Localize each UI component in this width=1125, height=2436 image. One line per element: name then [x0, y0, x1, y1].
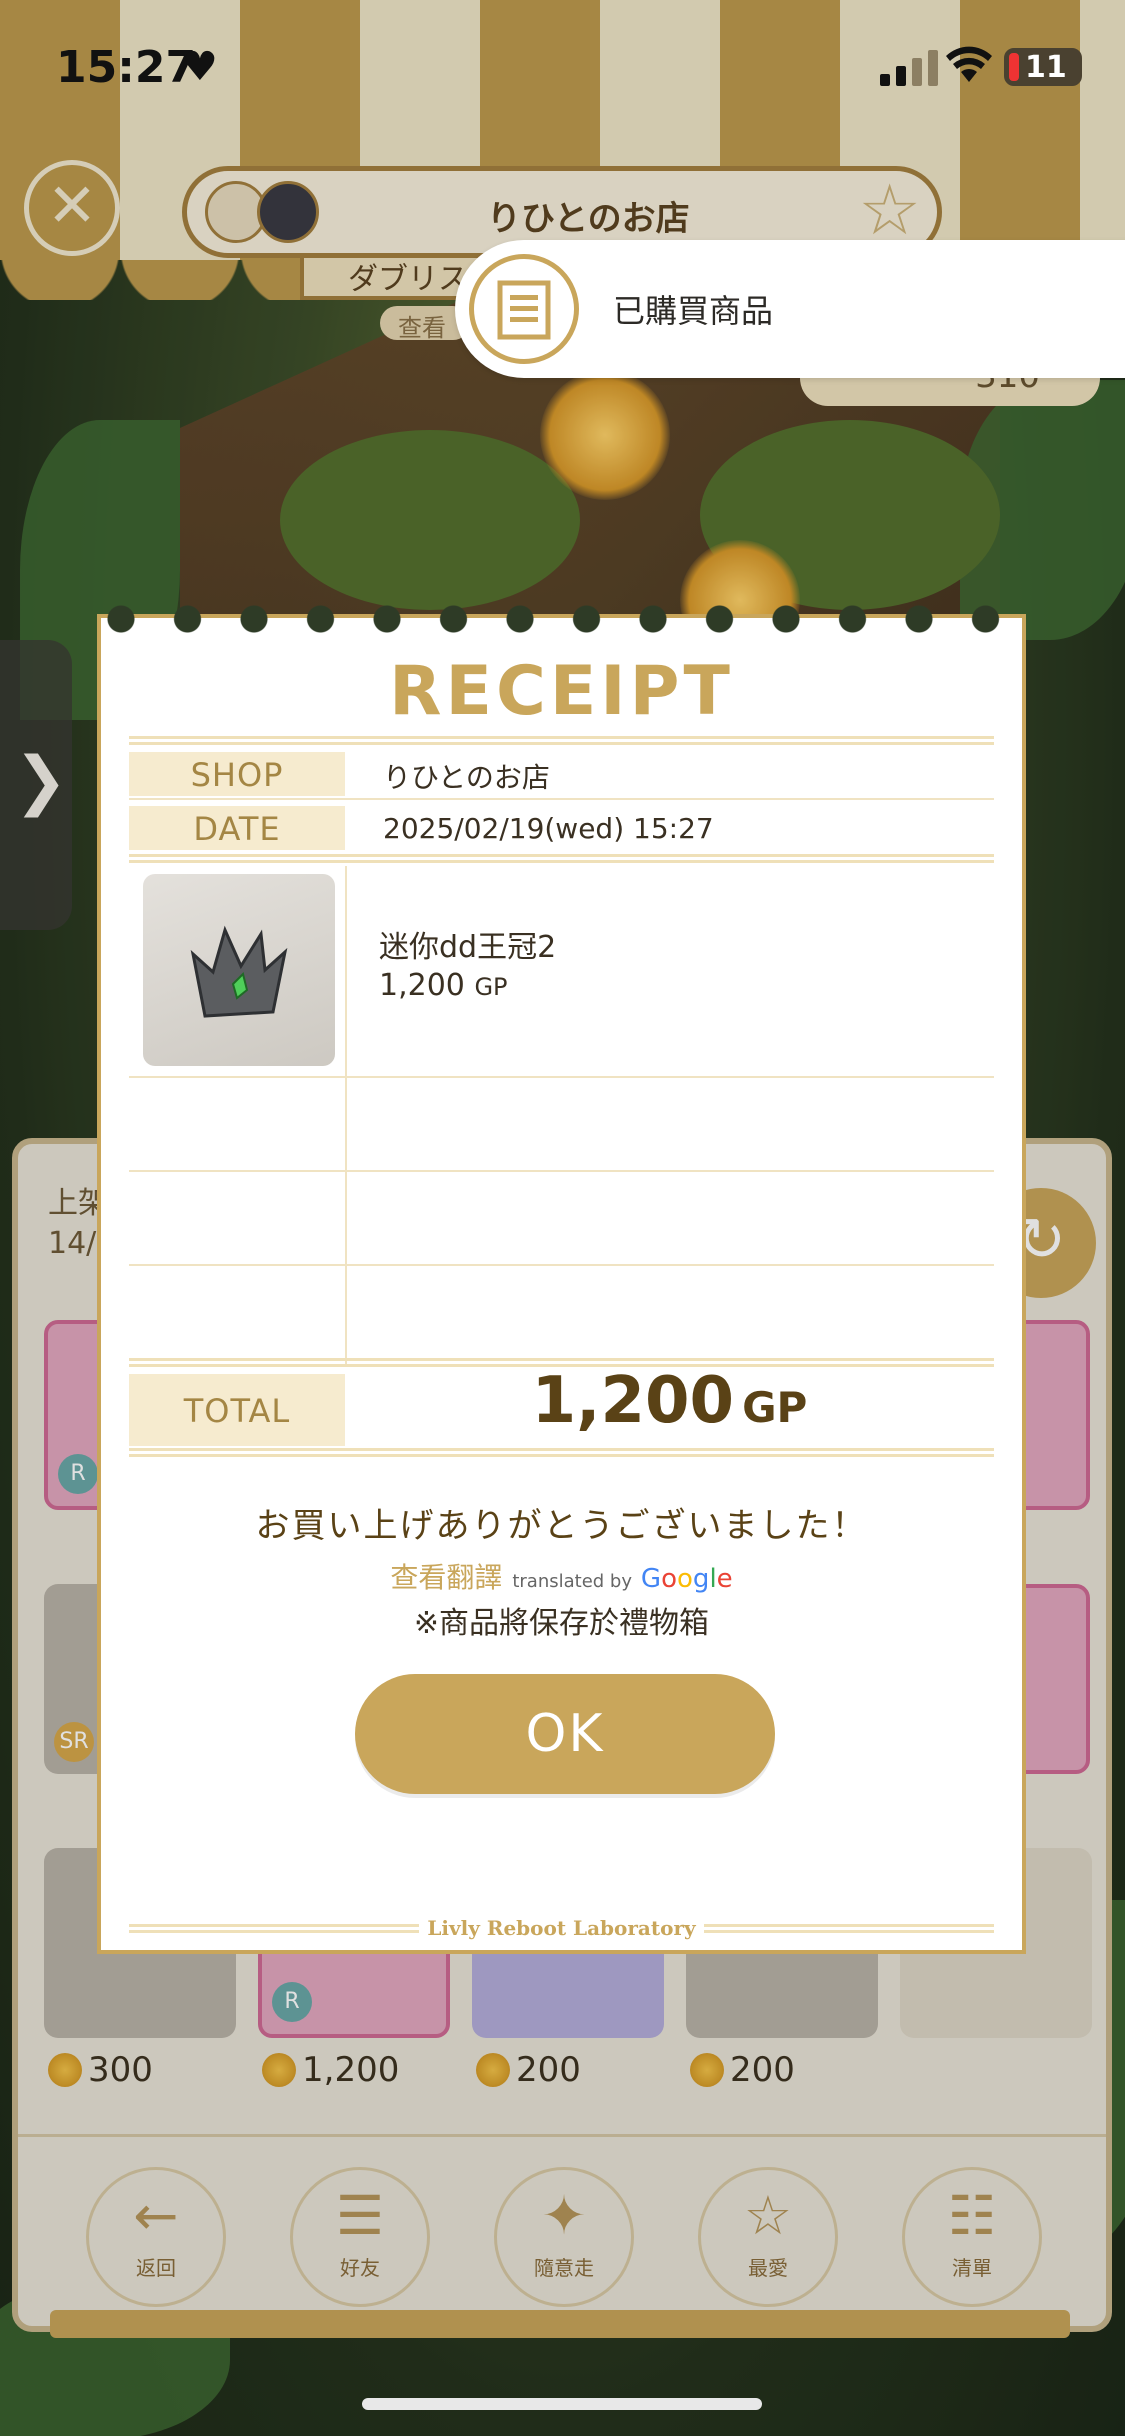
item-price: 1,200 GP: [379, 968, 508, 1003]
row-divider: [129, 798, 994, 800]
footer-divider: [704, 1924, 994, 1933]
receipt-scalloped-edge: [101, 604, 1022, 634]
shop-value: りひとのお店: [383, 761, 550, 794]
row-divider: [129, 1170, 994, 1172]
shop-label: SHOP: [129, 752, 345, 796]
battery-level: 11: [1025, 50, 1067, 85]
thanks-message: お買い上げありがとうございました！: [255, 1506, 868, 1546]
receipt-divider: [129, 1448, 994, 1457]
row-divider: [129, 1264, 994, 1266]
total-value: 1,200 GP: [531, 1364, 808, 1438]
wifi-icon: [946, 46, 992, 82]
notification-text: 已購買商品: [613, 292, 774, 330]
item-name: 迷你dd王冠2: [379, 930, 557, 965]
google-logo: Google: [640, 1564, 733, 1594]
cellular-signal-icon: [880, 50, 938, 86]
purchase-notification[interactable]: 已購買商品: [455, 240, 1125, 378]
ok-button[interactable]: OK: [355, 1674, 775, 1794]
home-indicator[interactable]: [362, 2398, 762, 2410]
receipt-icon: [469, 254, 579, 364]
battery-icon: 11: [1004, 48, 1082, 86]
receipt-divider: [129, 854, 994, 863]
receipt-divider: [129, 736, 994, 745]
row-divider: [129, 1076, 994, 1078]
item-thumbnail: [143, 874, 335, 1066]
crown-icon: [190, 925, 288, 1018]
total-label: TOTAL: [129, 1374, 345, 1446]
date-value: 2025/02/19(wed) 15:27: [383, 812, 714, 845]
receipt-title: RECEIPT: [389, 652, 734, 731]
heart-icon: ♥: [182, 44, 218, 90]
date-label: DATE: [129, 806, 345, 850]
status-time: 15:27: [56, 42, 197, 93]
status-bar: 15:27 ♥ 11: [0, 0, 1125, 140]
column-divider: [345, 866, 347, 1366]
view-translation-link[interactable]: 查看翻譯: [390, 1561, 502, 1594]
gift-box-note: ※商品將保存於禮物箱: [413, 1606, 710, 1641]
translate-row: 查看翻譯 translated by Google: [101, 1556, 1022, 1596]
translated-by-label: translated by: [512, 1571, 633, 1592]
receipt-dialog: RECEIPT SHOP りひとのお店 DATE 2025/02/19(wed)…: [97, 604, 1026, 1954]
